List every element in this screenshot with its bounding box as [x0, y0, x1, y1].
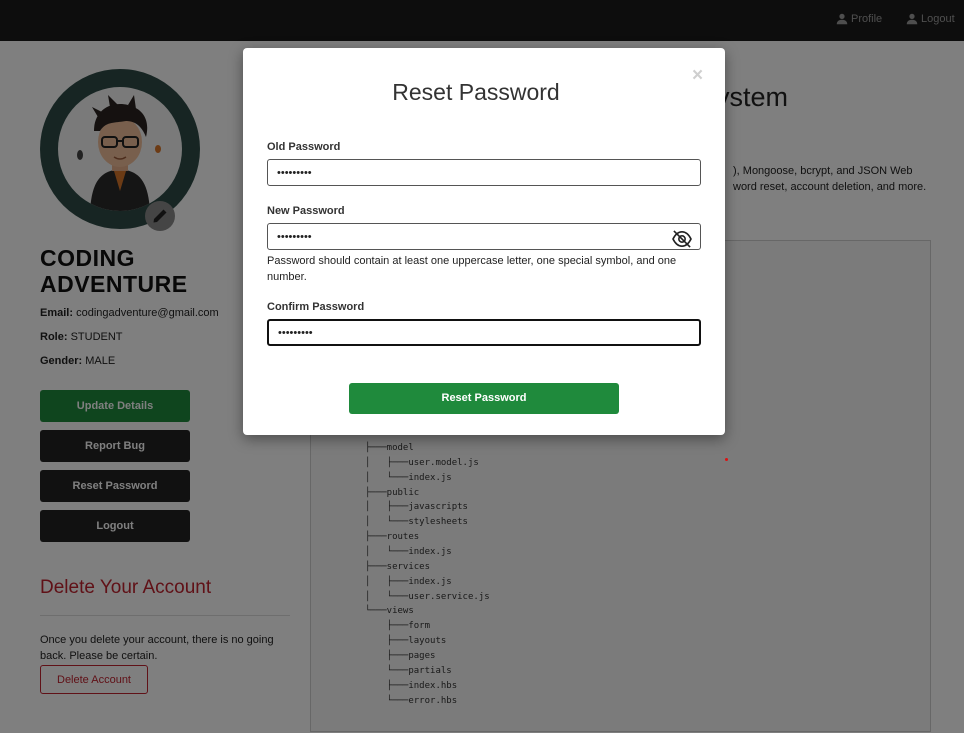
- reset-password-submit-button[interactable]: Reset Password: [349, 383, 619, 414]
- confirm-password-label: Confirm Password: [267, 301, 365, 313]
- eye-slash-icon[interactable]: [671, 230, 693, 248]
- password-hint: Password should contain at least one upp…: [267, 255, 677, 283]
- cursor-marker: [725, 458, 728, 461]
- reset-password-modal: Reset Password × Old Password New Passwo…: [243, 48, 725, 435]
- confirm-password-field[interactable]: [267, 319, 701, 346]
- old-password-label: Old Password: [267, 141, 341, 153]
- modal-title: Reset Password: [392, 79, 560, 105]
- new-password-field[interactable]: [267, 223, 701, 250]
- old-password-field[interactable]: [267, 159, 701, 186]
- new-password-label: New Password: [267, 205, 345, 217]
- close-icon[interactable]: ×: [692, 66, 703, 86]
